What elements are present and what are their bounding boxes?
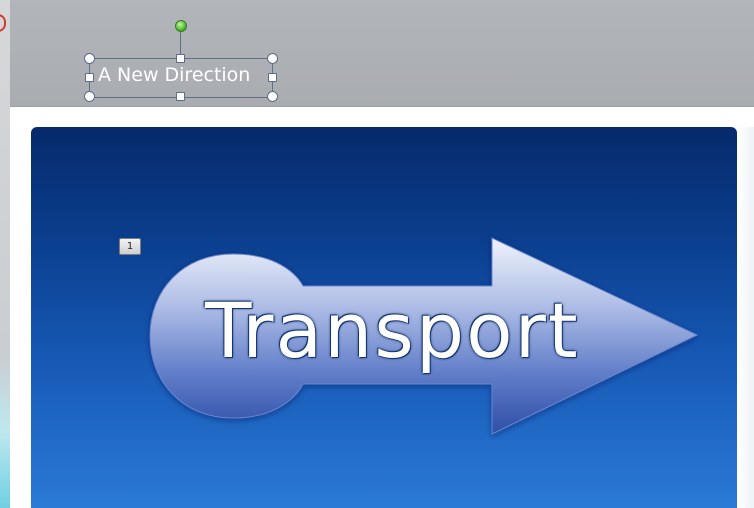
shape-text-transport[interactable]: Transport xyxy=(205,286,578,376)
arrow-shape-icon[interactable] xyxy=(0,0,754,508)
